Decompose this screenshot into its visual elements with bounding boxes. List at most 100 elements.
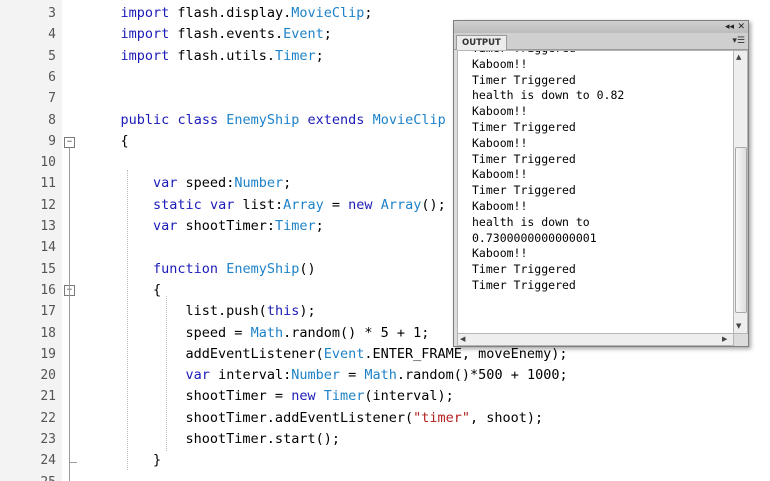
output-panel[interactable]: ◂◂ ✕ OUTPUT ▾☰ Timer TriggeredKaboom!!Ti…	[453, 20, 749, 347]
code-text: {	[88, 280, 161, 301]
code-token: flash.utils.	[169, 47, 275, 64]
close-icon[interactable]: ✕	[737, 21, 745, 33]
line-number: 15	[40, 261, 56, 277]
code-token: Array	[380, 196, 422, 213]
scroll-right-icon[interactable]: ▶	[722, 335, 727, 343]
code-token: static	[153, 196, 202, 213]
output-line: Timer Triggered	[472, 277, 576, 292]
code-token: EnemyShip	[226, 260, 300, 277]
fold-toggle-class-icon[interactable]: −	[64, 137, 75, 148]
code-token: shootTimer.addEventListener(	[88, 409, 414, 426]
code-token: new	[348, 196, 373, 213]
line-number: 9	[48, 133, 56, 149]
code-token: import	[120, 47, 170, 64]
code-text: static var list:Array = new Array();	[88, 195, 446, 216]
panel-menu-icon[interactable]: ▾☰	[732, 36, 745, 46]
code-token: Math	[364, 367, 397, 384]
code-token: class	[177, 111, 219, 128]
line-number: 6	[48, 69, 56, 85]
code-text: import flash.display.MovieClip;	[88, 3, 373, 24]
code-text: speed = Math.random() * 5 + 1;	[88, 323, 430, 344]
panel-titlebar[interactable]: ◂◂ ✕	[454, 21, 748, 33]
line-number: 4	[48, 27, 56, 43]
code-token: var	[185, 367, 210, 384]
code-token: "timer"	[413, 409, 471, 426]
scroll-up-icon[interactable]: ▲	[736, 53, 741, 61]
line-number: 16	[40, 282, 56, 298]
code-token: MovieClip	[372, 111, 446, 128]
code-line[interactable]: 21 shootTimer = new Timer(interval);	[0, 386, 770, 407]
output-line: health is down to	[472, 214, 590, 229]
code-token: speed:	[177, 175, 235, 192]
line-number: 18	[40, 325, 56, 341]
output-line: Kaboom!!	[472, 167, 528, 182]
code-token: ;	[315, 47, 324, 64]
code-line[interactable]: 24 }	[0, 450, 770, 471]
vertical-scrollbar[interactable]: ▲ ▼	[733, 50, 748, 334]
line-number: 10	[40, 155, 56, 171]
code-token: ;	[283, 175, 292, 192]
code-token: Number	[234, 175, 284, 192]
code-text: var speed:Number;	[88, 173, 291, 194]
output-text-area[interactable]: Timer TriggeredKaboom!!Timer Triggeredhe…	[457, 50, 734, 334]
code-token: );	[299, 303, 316, 320]
code-text: function EnemyShip()	[88, 259, 316, 280]
output-line: Kaboom!!	[472, 135, 528, 150]
output-line: 0.7300000000000001	[472, 230, 597, 245]
output-line: Timer Triggered	[472, 119, 576, 134]
code-text: public class EnemyShip extends MovieClip	[88, 110, 446, 131]
code-token: var	[209, 196, 235, 213]
code-token: MovieClip	[291, 5, 365, 21]
code-text: shootTimer = new Timer(interval);	[88, 386, 454, 407]
output-line: Kaboom!!	[472, 56, 528, 71]
collapse-icon[interactable]: ◂◂	[725, 21, 734, 33]
line-number: 11	[40, 176, 56, 192]
code-line[interactable]: 22 shootTimer.addEventListener("timer", …	[0, 408, 770, 429]
code-token: extends	[307, 111, 365, 128]
code-line[interactable]: 20 var interval:Number = Math.random()*5…	[0, 365, 770, 386]
code-text: }	[88, 450, 161, 471]
line-number: 24	[40, 453, 56, 469]
scroll-down-icon[interactable]: ▼	[736, 322, 741, 330]
line-number: 8	[48, 112, 56, 128]
code-token: Array	[283, 196, 324, 213]
code-text: shootTimer.addEventListener("timer", sho…	[88, 408, 544, 429]
output-line: Timer Triggered	[472, 262, 576, 277]
scroll-left-icon[interactable]: ◀	[460, 335, 465, 343]
code-token: {	[88, 281, 162, 298]
code-token: this	[266, 303, 300, 320]
code-token: Math	[250, 324, 284, 341]
code-line[interactable]: 23 shootTimer.start();	[0, 429, 770, 450]
horizontal-scrollbar[interactable]: ◀ ▶	[457, 333, 734, 346]
fold-end-marker	[69, 462, 77, 463]
code-token: flash.display.	[169, 5, 292, 21]
code-token: }	[88, 452, 162, 469]
line-number: 14	[40, 240, 56, 256]
code-token: ;	[364, 5, 373, 21]
line-number: 7	[48, 91, 56, 107]
code-token: Timer	[274, 47, 316, 64]
indent-guide	[166, 296, 167, 451]
code-token: Event	[323, 345, 365, 362]
scroll-thumb[interactable]	[735, 147, 747, 313]
output-line: health is down to 0.82	[472, 88, 625, 103]
line-number: 22	[40, 410, 56, 426]
code-token: import	[120, 5, 170, 21]
code-token: =	[340, 367, 365, 384]
code-token: ;	[315, 218, 324, 234]
line-number: 25	[0, 472, 56, 481]
code-token: function	[153, 260, 219, 277]
code-line[interactable]: 25	[0, 472, 770, 481]
code-text: shootTimer.start();	[88, 429, 340, 450]
tab-output[interactable]: OUTPUT	[456, 35, 507, 50]
code-token: =	[323, 196, 349, 213]
